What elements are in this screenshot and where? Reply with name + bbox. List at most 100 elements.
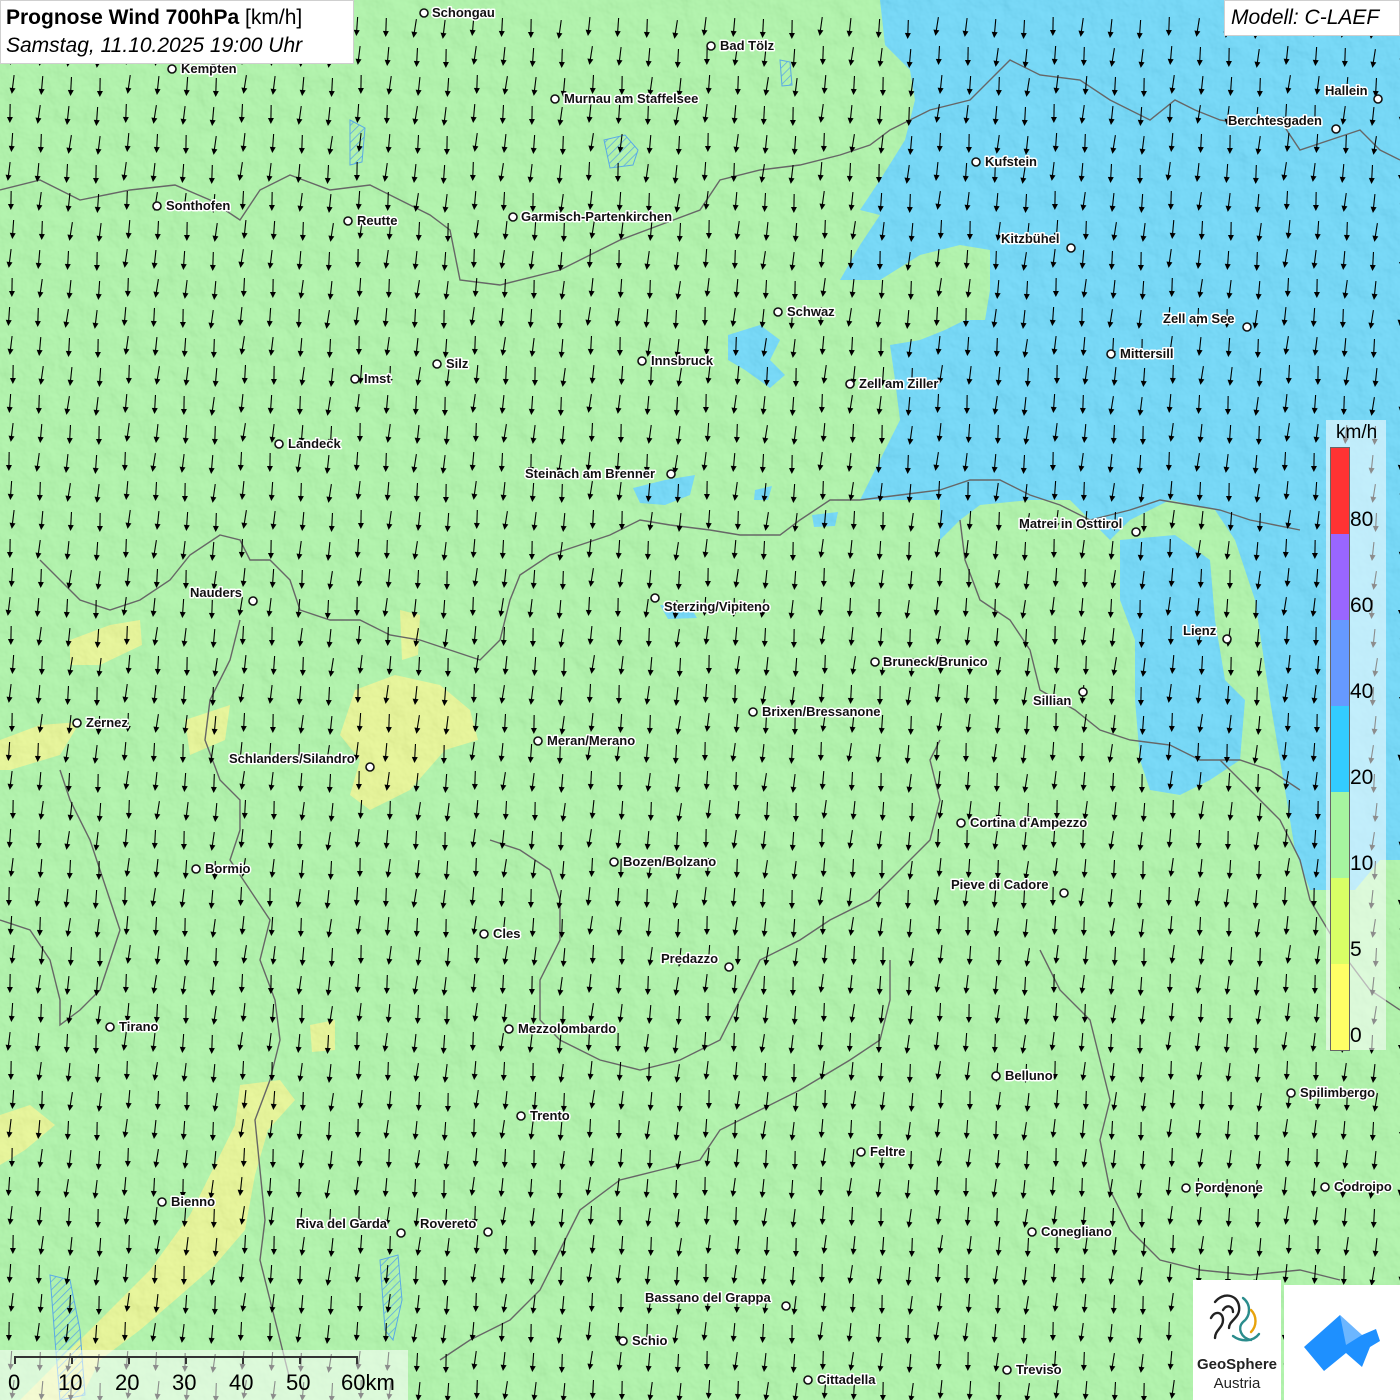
- legend-swatch-10: [1331, 792, 1349, 878]
- city-label: Hallein: [1325, 83, 1368, 98]
- map-title-main: Prognose Wind 700hPa: [6, 6, 240, 29]
- city-label: Tirano: [119, 1019, 159, 1034]
- city-label: Bozen/Bolzano: [623, 854, 716, 869]
- city-marker-icon: [516, 1111, 526, 1121]
- city-marker-icon: [1066, 243, 1076, 253]
- city-label: Conegliano: [1041, 1224, 1112, 1239]
- city-label: Sillian: [1033, 693, 1071, 708]
- legend-tick-80: 80: [1350, 508, 1374, 531]
- city-marker-icon: [167, 64, 177, 74]
- city-label: Zell am Ziller: [859, 376, 938, 391]
- city-label: Sonthofen: [166, 198, 230, 213]
- city: Mezzolombardo: [504, 1020, 618, 1038]
- scale-tick: [242, 1356, 244, 1364]
- city-label: Kitzbühel: [1001, 231, 1060, 246]
- city-marker-icon: [956, 818, 966, 828]
- city-label: Zernez: [86, 715, 128, 730]
- legend-tick-0: 0: [1350, 1024, 1362, 1047]
- city-marker-icon: [618, 1336, 628, 1346]
- city-marker-icon: [666, 469, 676, 479]
- city-label: Meran/Merano: [547, 733, 635, 748]
- city: Murnau am Staffelsee: [550, 90, 700, 108]
- map-title-unit: [km/h]: [245, 6, 303, 29]
- geosphere-logo[interactable]: GeoSphere Austria: [1193, 1280, 1281, 1400]
- city-label: Bassano del Grappa: [645, 1290, 771, 1305]
- app-logo[interactable]: [1284, 1285, 1400, 1400]
- city-marker-icon: [748, 707, 758, 717]
- city-marker-icon: [152, 201, 162, 211]
- city-label: Mittersill: [1120, 346, 1173, 361]
- geosphere-emblem-icon: [1209, 1294, 1261, 1342]
- legend-tick-5: 5: [1350, 938, 1362, 961]
- city-marker-icon: [724, 962, 734, 972]
- city: Spilimbergo: [1286, 1084, 1377, 1102]
- city-marker-icon: [1286, 1088, 1296, 1098]
- city-marker-icon: [157, 1197, 167, 1207]
- city: Brixen/Bressanone: [748, 703, 882, 721]
- city-label: Bruneck/Brunico: [883, 654, 988, 669]
- city-marker-icon: [550, 94, 560, 104]
- city-label: Garmisch-Partenkirchen: [521, 209, 672, 224]
- scale-label-40: 40: [229, 1370, 254, 1395]
- city-marker-icon: [1331, 124, 1341, 134]
- city-label: Predazzo: [661, 951, 718, 966]
- city-marker-icon: [365, 762, 375, 772]
- city-marker-icon: [1320, 1182, 1330, 1192]
- city: Schongau: [419, 4, 496, 22]
- scale-tick: [14, 1356, 16, 1364]
- map-title: Prognose Wind 700hPa [km/h]: [6, 6, 302, 30]
- scale-label-0: 0: [8, 1370, 21, 1395]
- city-label: Murnau am Staffelsee: [564, 91, 698, 106]
- city-marker-icon: [483, 1227, 493, 1237]
- legend-tick-40: 40: [1350, 680, 1374, 703]
- scale-tick: [128, 1356, 130, 1364]
- city-marker-icon: [508, 212, 518, 222]
- app-logo-icon: [1304, 1315, 1380, 1371]
- city-marker-icon: [637, 356, 647, 366]
- city-label: Schio: [632, 1333, 667, 1348]
- scale-tick: [299, 1356, 301, 1364]
- city-label: Bienno: [171, 1194, 215, 1209]
- legend-unit: km/h: [1336, 422, 1378, 443]
- city-label: Schwaz: [787, 304, 835, 319]
- city-marker-icon: [991, 1071, 1001, 1081]
- city-marker-icon: [479, 929, 489, 939]
- city-label: Cles: [493, 926, 520, 941]
- city-label: Steinach am Brenner: [525, 466, 655, 481]
- city-marker-icon: [609, 857, 619, 867]
- city-marker-icon: [504, 1024, 514, 1034]
- city-marker-icon: [650, 593, 660, 603]
- city-marker-icon: [1078, 687, 1088, 697]
- city-marker-icon: [1181, 1183, 1191, 1193]
- city-marker-icon: [350, 374, 360, 384]
- city-marker-icon: [72, 718, 82, 728]
- city-label: Rovereto: [420, 1216, 476, 1231]
- legend-bar: [1330, 447, 1350, 1051]
- scale-label-60km: 60km: [341, 1370, 395, 1395]
- city-marker-icon: [706, 41, 716, 51]
- scale-tick: [356, 1356, 358, 1364]
- city-marker-icon: [274, 439, 284, 449]
- model-label: Modell: C-LAEF: [1231, 6, 1380, 29]
- city-label: Matrei in Osttirol: [1019, 516, 1122, 531]
- city-marker-icon: [803, 1375, 813, 1385]
- city: Garmisch-Partenkirchen: [508, 208, 674, 226]
- city: Zell am Ziller: [845, 375, 940, 393]
- legend-swatch-5: [1331, 878, 1349, 964]
- city-marker-icon: [1106, 349, 1116, 359]
- model-box: Modell: C-LAEF: [1224, 0, 1400, 36]
- city-marker-icon: [971, 157, 981, 167]
- scale-label-30: 30: [172, 1370, 197, 1395]
- city-label: Brixen/Bressanone: [762, 704, 881, 719]
- city-label: Feltre: [870, 1144, 905, 1159]
- city-label: Lienz: [1183, 623, 1217, 638]
- title-box: Prognose Wind 700hPa [km/h] Samstag, 11.…: [0, 0, 354, 64]
- legend-swatch-0: [1331, 964, 1349, 1050]
- legend-tick-20: 20: [1350, 766, 1374, 789]
- color-legend: km/h 80 60 40 20 10 5 0: [1326, 420, 1386, 1051]
- city-label: Innsbruck: [651, 353, 714, 368]
- city-label: Cortina d'Ampezzo: [970, 815, 1087, 830]
- forecast-datetime: Samstag, 11.10.2025 19:00 Uhr: [6, 34, 303, 57]
- city: Pordenone: [1181, 1179, 1264, 1197]
- city: Cortina d'Ampezzo: [956, 814, 1089, 832]
